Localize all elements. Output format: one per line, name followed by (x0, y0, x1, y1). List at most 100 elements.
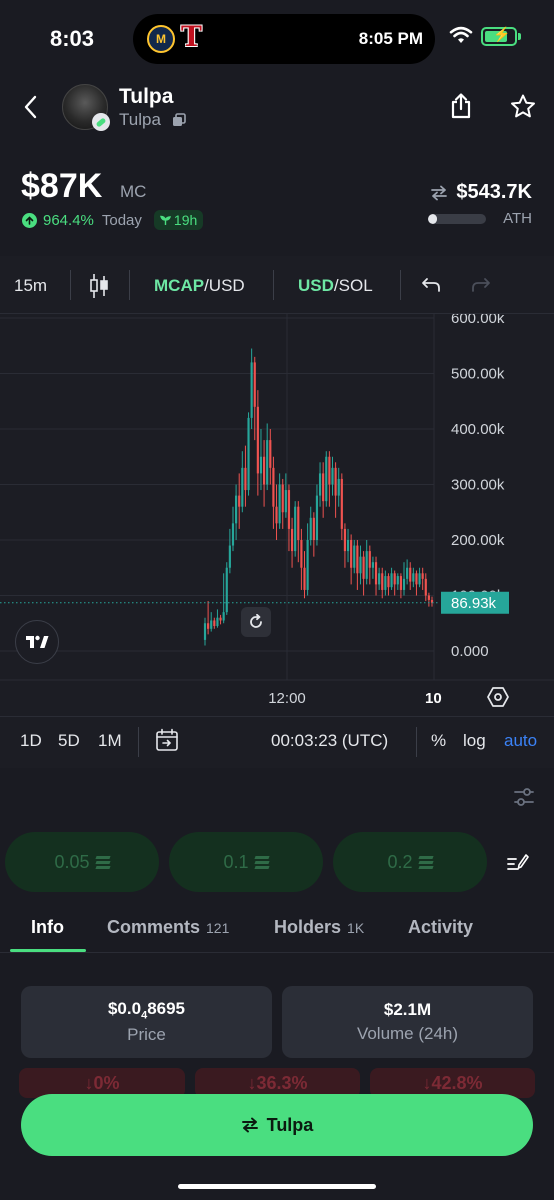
timeframe-1d[interactable]: 1D (20, 731, 42, 751)
sliders-icon[interactable] (514, 787, 534, 807)
usd-suffix: /SOL (333, 276, 373, 295)
candle-body (331, 467, 334, 485)
status-time: 8:03 (50, 26, 95, 51)
candle-body (262, 456, 266, 485)
candle-body (228, 545, 231, 568)
home-indicator (178, 1184, 376, 1189)
quick-buy-button[interactable]: 0.2 (333, 832, 487, 892)
candle-body (390, 573, 393, 588)
sol-icon (417, 855, 434, 869)
market-cap-value: $87K (21, 167, 103, 205)
candle-body (328, 456, 331, 485)
tab-holders-label: Holders (274, 917, 342, 937)
candle-body (402, 578, 406, 590)
quick-buy-amount: 0.2 (387, 851, 413, 872)
usd-sol-toggle[interactable]: USD/SOL (298, 276, 373, 296)
share-icon[interactable] (450, 93, 472, 119)
island-time: 8:05 PM (358, 29, 423, 48)
mcap-usd-toggle[interactable]: MCAP/USD (154, 276, 245, 296)
comments-count: 121 (206, 920, 230, 936)
y-tick-label: 600.00k (451, 314, 505, 327)
price-chart[interactable]: 600.00k 500.00k 400.00k 300.00k 200.00k 10 0.0… (0, 314, 554, 716)
y-tick-label: 400.00k (451, 421, 505, 438)
token-ticker: Tulpa (119, 110, 161, 129)
trade-button[interactable]: Tulpa (21, 1094, 533, 1156)
candlestick-icon[interactable] (89, 273, 109, 299)
candle-body (300, 540, 303, 568)
candle-body (318, 473, 322, 496)
interval-selector[interactable]: 15m (14, 276, 47, 296)
toolbar-divider (400, 270, 401, 300)
tab-holders[interactable]: Holders 1K (274, 917, 364, 938)
utc-clock[interactable]: 00:03:23 (UTC) (271, 731, 388, 751)
timeframe-1m[interactable]: 1M (98, 731, 122, 751)
candle-body (381, 573, 384, 590)
quick-buy-amount: 0.05 (54, 851, 90, 872)
change-row: 964.4% Today 19h (22, 210, 204, 230)
ath-progress-bar (428, 214, 486, 224)
tradingview-logo-icon[interactable] (15, 620, 59, 664)
quick-buy-button[interactable]: 0.1 (169, 832, 323, 892)
candle-body (350, 540, 353, 568)
brewers-logo-icon: M (147, 25, 175, 53)
battery-cap (518, 33, 521, 40)
candle-body (216, 617, 219, 627)
star-icon[interactable] (510, 94, 536, 118)
y-tick-label: 500.00k (451, 366, 505, 383)
candle-body (266, 440, 269, 485)
candle-body (219, 617, 222, 621)
change-period: Today (101, 211, 142, 229)
auto-scale-toggle[interactable]: auto (504, 731, 537, 751)
tab-activity[interactable]: Activity (408, 917, 473, 938)
candle-body (325, 456, 328, 502)
rangers-logo-icon: T (181, 20, 202, 53)
change-percent: 964.4% (43, 211, 94, 229)
candle-body (415, 573, 418, 585)
candle-body (396, 576, 399, 585)
volume-card: $2.1M Volume (24h) (282, 986, 533, 1058)
quick-buy-button[interactable]: 0.05 (5, 832, 159, 892)
price-card: $0.048695 Price (21, 986, 272, 1058)
candle-body (231, 523, 235, 546)
candle-body (222, 612, 225, 621)
usd-label: USD (298, 276, 334, 295)
undo-icon[interactable] (421, 277, 441, 293)
candle-body (244, 467, 247, 491)
reset-chart-button[interactable] (241, 607, 271, 637)
x-tick-label: 12:00 (268, 690, 306, 707)
timeframe-divider (416, 727, 417, 757)
ath-progress-fill (428, 214, 438, 224)
candle-body (278, 484, 281, 524)
candle-body (272, 467, 275, 507)
candle-body (290, 528, 294, 552)
tab-comments[interactable]: Comments 121 (107, 917, 229, 938)
reset-icon (250, 614, 262, 628)
mcap-label: MCAP (154, 276, 205, 295)
ath-label: ATH (503, 210, 532, 227)
candle-body (269, 440, 272, 468)
candle-body (346, 540, 350, 552)
toolbar-divider (129, 270, 130, 300)
sprout-icon (159, 215, 171, 225)
candle-body (210, 620, 213, 629)
toolbar-divider (273, 270, 274, 300)
age-badge: 19h (153, 210, 204, 230)
candle-body (315, 495, 319, 540)
candle-body (368, 551, 371, 568)
candle-body (322, 473, 325, 502)
back-icon[interactable] (22, 95, 40, 119)
calendar-goto-icon[interactable] (155, 728, 179, 752)
chart-settings-icon[interactable] (487, 686, 509, 708)
candle-body (359, 556, 362, 574)
price-value: $0.048695 (107, 998, 186, 1022)
log-scale-toggle[interactable]: log (463, 731, 486, 751)
tab-info[interactable]: Info (31, 917, 64, 938)
percent-scale-toggle[interactable]: % (431, 731, 446, 751)
timeframe-divider (138, 727, 139, 757)
redo-icon[interactable] (471, 277, 491, 293)
copy-icon[interactable] (172, 113, 186, 127)
candle-body (306, 540, 309, 590)
edit-amounts-icon[interactable] (507, 851, 529, 871)
candle-body (427, 595, 430, 600)
timeframe-5d[interactable]: 5D (58, 731, 80, 751)
